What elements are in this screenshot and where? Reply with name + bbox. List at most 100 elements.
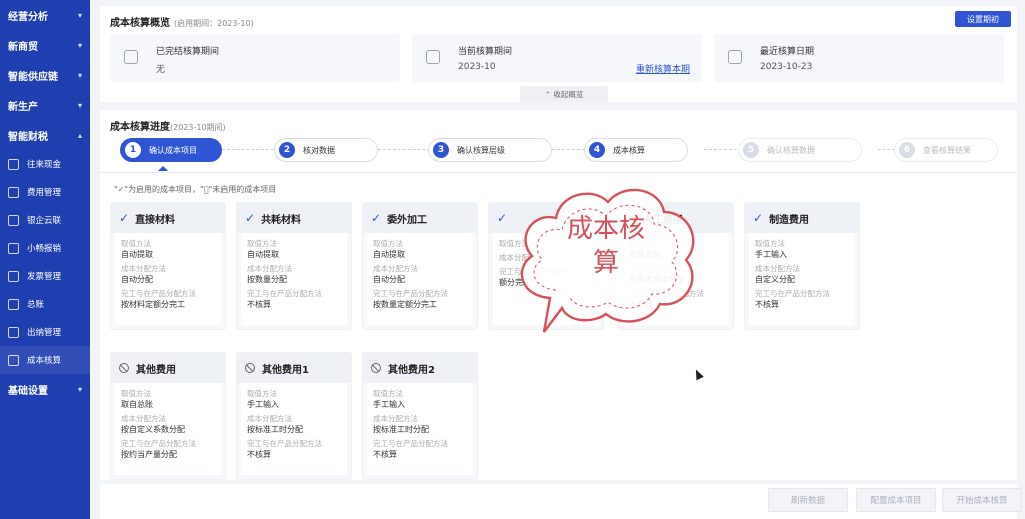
checkmark-icon: ✓ bbox=[497, 211, 508, 225]
collapse-overview-button[interactable]: ⌃ 收起概览 bbox=[520, 86, 608, 102]
overview-card-value: 无 bbox=[156, 65, 166, 75]
disabled-icon bbox=[371, 363, 381, 373]
nav-group-label: 经营分析 bbox=[8, 11, 48, 23]
chevron-down-icon: ▾ bbox=[77, 384, 82, 394]
nav-group-label: 智能供应链 bbox=[8, 71, 58, 83]
cost-item-name: 直接材料 bbox=[135, 214, 176, 226]
field-label: 完工与在产品分配方法 bbox=[121, 289, 196, 298]
configure-cost-items-button[interactable]: 配置成本项目 bbox=[856, 488, 936, 512]
step-label: 确认成本项目 bbox=[149, 145, 197, 155]
cost-item-card[interactable]: ✓ 直接材料 取值方法 自动提取 成本分配方法 自动分配 完工与在产品分配方法 按材料定额分完… bbox=[110, 202, 226, 330]
cost-item-card[interactable]: 其他费用取值方法 取自总账 成本分配方法 按自定义系数分配 完工与在产品分配方法 按约当产… bbox=[110, 352, 226, 480]
nav-group-settings[interactable]: 基础设置 ▾ bbox=[0, 374, 90, 404]
field-value: 手工输入 bbox=[373, 400, 405, 409]
overview-card-value: 2023-10 bbox=[458, 62, 496, 72]
cost-item-card[interactable]: ✓ 共耗材料 取值方法 自动提取 成本分配方法 按数量分配 完工与在产品分配方法 不核算 bbox=[236, 202, 352, 330]
costing-icon bbox=[8, 354, 19, 366]
nav-group-supply-chain[interactable]: 智能供应链 ▾ bbox=[0, 60, 90, 90]
recalculate-link[interactable]: 重新核算本期 bbox=[636, 62, 690, 75]
cost-item-name: 其他费用 bbox=[136, 364, 176, 376]
annotation-line: 算 bbox=[592, 248, 619, 278]
main-content: 成本核算概览 (启用期间：2023-10) 设置期初 已完结核算期间 无 当前核算… bbox=[90, 0, 1025, 519]
field-value: 按材料定额分完工 bbox=[121, 300, 185, 309]
cost-item-name: 共耗材料 bbox=[261, 214, 302, 226]
cost-item-body: 取值方法 手工输入 成本分配方法 按标准工时分配 完工与在产品分配方法 不核算 bbox=[241, 383, 347, 475]
set-period-button[interactable]: 设置期初 bbox=[955, 11, 1011, 27]
sidebar-item-cash[interactable]: 往来现金 bbox=[0, 150, 90, 178]
sidebar-item-costing[interactable]: 成本核算 bbox=[0, 346, 90, 374]
cost-item-card[interactable]: ✓ 委外加工 取值方法 自动提取 成本分配方法 自动分配 完工与在产品分配方法 按数量定额分完… bbox=[362, 202, 478, 330]
sidebar-item-ledger[interactable]: 总账 bbox=[0, 290, 90, 318]
cost-item-header: 其他费用1 bbox=[237, 353, 351, 383]
sidebar-item-reimburse[interactable]: 小畅报销 bbox=[0, 234, 90, 262]
field-label: 完工与在产品分配方法 bbox=[247, 439, 322, 448]
field-value: 按数量分配 bbox=[247, 275, 287, 284]
step-number: 5 bbox=[743, 142, 759, 158]
stepper: 1 确认成本项目 2 核对数据 3 确认核算层级 4 成本核算 5 确认核算数据 6 查看核… bbox=[120, 138, 1010, 162]
document-icon bbox=[124, 50, 138, 64]
overview-card-label: 当前核算期间 bbox=[458, 47, 513, 57]
sidebar-item-label: 出纳管理 bbox=[27, 328, 62, 338]
step-number: 2 bbox=[279, 142, 295, 158]
step-confirm-level[interactable]: 3 确认核算层级 bbox=[428, 138, 552, 162]
nav-group-finance[interactable]: 智能财税 ▴ bbox=[0, 120, 90, 150]
overview-subtitle: (启用期间：2023-10) bbox=[174, 19, 254, 28]
sidebar: 经营分析 ▾ 新商贸 ▾ 智能供应链 ▾ 新生产 ▾ 智能财税 ▴ 往来现金 费用管理 银… bbox=[0, 0, 90, 519]
field-label: 取值方法 bbox=[121, 389, 151, 398]
start-costing-button[interactable]: 开始成本核算 bbox=[942, 488, 1022, 512]
sidebar-item-cashier[interactable]: 出纳管理 bbox=[0, 318, 90, 346]
sidebar-item-label: 银企云联 bbox=[27, 216, 62, 226]
cost-item-header: 其他费用 bbox=[111, 353, 225, 383]
sidebar-item-invoice[interactable]: 发票管理 bbox=[0, 262, 90, 290]
nav-group-analysis[interactable]: 经营分析 ▾ bbox=[0, 0, 90, 30]
step-number: 1 bbox=[125, 142, 141, 158]
step-label: 查看核算结果 bbox=[923, 145, 971, 155]
cash-icon bbox=[8, 158, 19, 170]
field-label: 完工与在产品分配方法 bbox=[755, 289, 830, 298]
checkmark-icon: ✓ bbox=[245, 211, 256, 225]
sidebar-item-bank[interactable]: 银企云联 bbox=[0, 206, 90, 234]
nav-group-production[interactable]: 新生产 ▾ bbox=[0, 90, 90, 120]
cost-item-body: 取值方法 自动提取 成本分配方法 按数量分配 完工与在产品分配方法 不核算 bbox=[241, 233, 347, 325]
nav-group-label: 智能财税 bbox=[8, 131, 48, 143]
field-value: 按约当产量分配 bbox=[121, 450, 177, 459]
overview-card-current: 当前核算期间 2023-10 重新核算本期 bbox=[412, 34, 702, 82]
progress-title: 成本核算进度(2023-10期间) bbox=[110, 118, 226, 133]
annotation-line: 成本核 bbox=[566, 214, 645, 244]
sidebar-item-expense[interactable]: 费用管理 bbox=[0, 178, 90, 206]
cost-item-header: ✓ 共耗材料 bbox=[237, 203, 351, 233]
divider bbox=[100, 172, 1017, 173]
cost-item-card[interactable]: 其他费用1 取值方法 手工输入 成本分配方法 按标准工时分配 完工与在产品分配方法 不核算 bbox=[236, 352, 352, 480]
cost-item-body: 取值方法 自动提取 成本分配方法 自动分配 完工与在产品分配方法 按材料定额分完工 bbox=[115, 233, 221, 325]
cost-item-name: 其他费用2 bbox=[388, 364, 435, 376]
nav-group-label: 新商贸 bbox=[8, 41, 38, 53]
field-label: 成本分配方法 bbox=[755, 264, 800, 273]
cost-item-card[interactable]: ✓ 制造费用 取值方法 手工输入 成本分配方法 自定义分配 完工与在产品分配方法 不核算 bbox=[744, 202, 860, 330]
bank-icon bbox=[8, 214, 19, 226]
field-label: 完工与在产品分配方法 bbox=[373, 289, 448, 298]
step-confirm-items[interactable]: 1 确认成本项目 bbox=[120, 138, 222, 162]
field-value: 自动分配 bbox=[121, 275, 153, 284]
step-check-data[interactable]: 2 核对数据 bbox=[274, 138, 378, 162]
step-number: 6 bbox=[899, 142, 915, 158]
checkmark-icon: ✓ bbox=[753, 211, 764, 225]
field-label: 成本分配方法 bbox=[121, 414, 166, 423]
annotation-text: 成本核算 bbox=[542, 212, 670, 280]
step-costing[interactable]: 4 成本核算 bbox=[584, 138, 688, 162]
cost-item-card[interactable]: 其他费用2 取值方法 手工输入 成本分配方法 按标准工时分配 完工与在产品分配方法 不核算 bbox=[362, 352, 478, 480]
field-value: 按标准工时分配 bbox=[247, 425, 303, 434]
chevron-down-icon: ▾ bbox=[77, 70, 82, 80]
cost-item-name: 制造费用 bbox=[769, 214, 810, 226]
field-label: 完工与在产品分配方法 bbox=[247, 289, 322, 298]
cost-item-header: ✓ 制造费用 bbox=[745, 203, 859, 233]
field-value: 自动提取 bbox=[247, 250, 279, 259]
field-value: 自动提取 bbox=[373, 250, 405, 259]
cost-item-body: 取值方法 取自总账 成本分配方法 按自定义系数分配 完工与在产品分配方法 按约当产量分配 bbox=[115, 383, 221, 475]
refresh-data-button[interactable]: 刷新数据 bbox=[768, 488, 848, 512]
invoice-icon bbox=[8, 270, 19, 282]
cost-item-header: ✓ 直接材料 bbox=[111, 203, 225, 233]
legend-note: "✓"为启用的成本项目，"⃠"未启用的成本项目 bbox=[114, 185, 277, 194]
nav-group-commerce[interactable]: 新商贸 ▾ bbox=[0, 30, 90, 60]
field-value: 手工输入 bbox=[247, 400, 279, 409]
field-label: 成本分配方法 bbox=[373, 414, 418, 423]
